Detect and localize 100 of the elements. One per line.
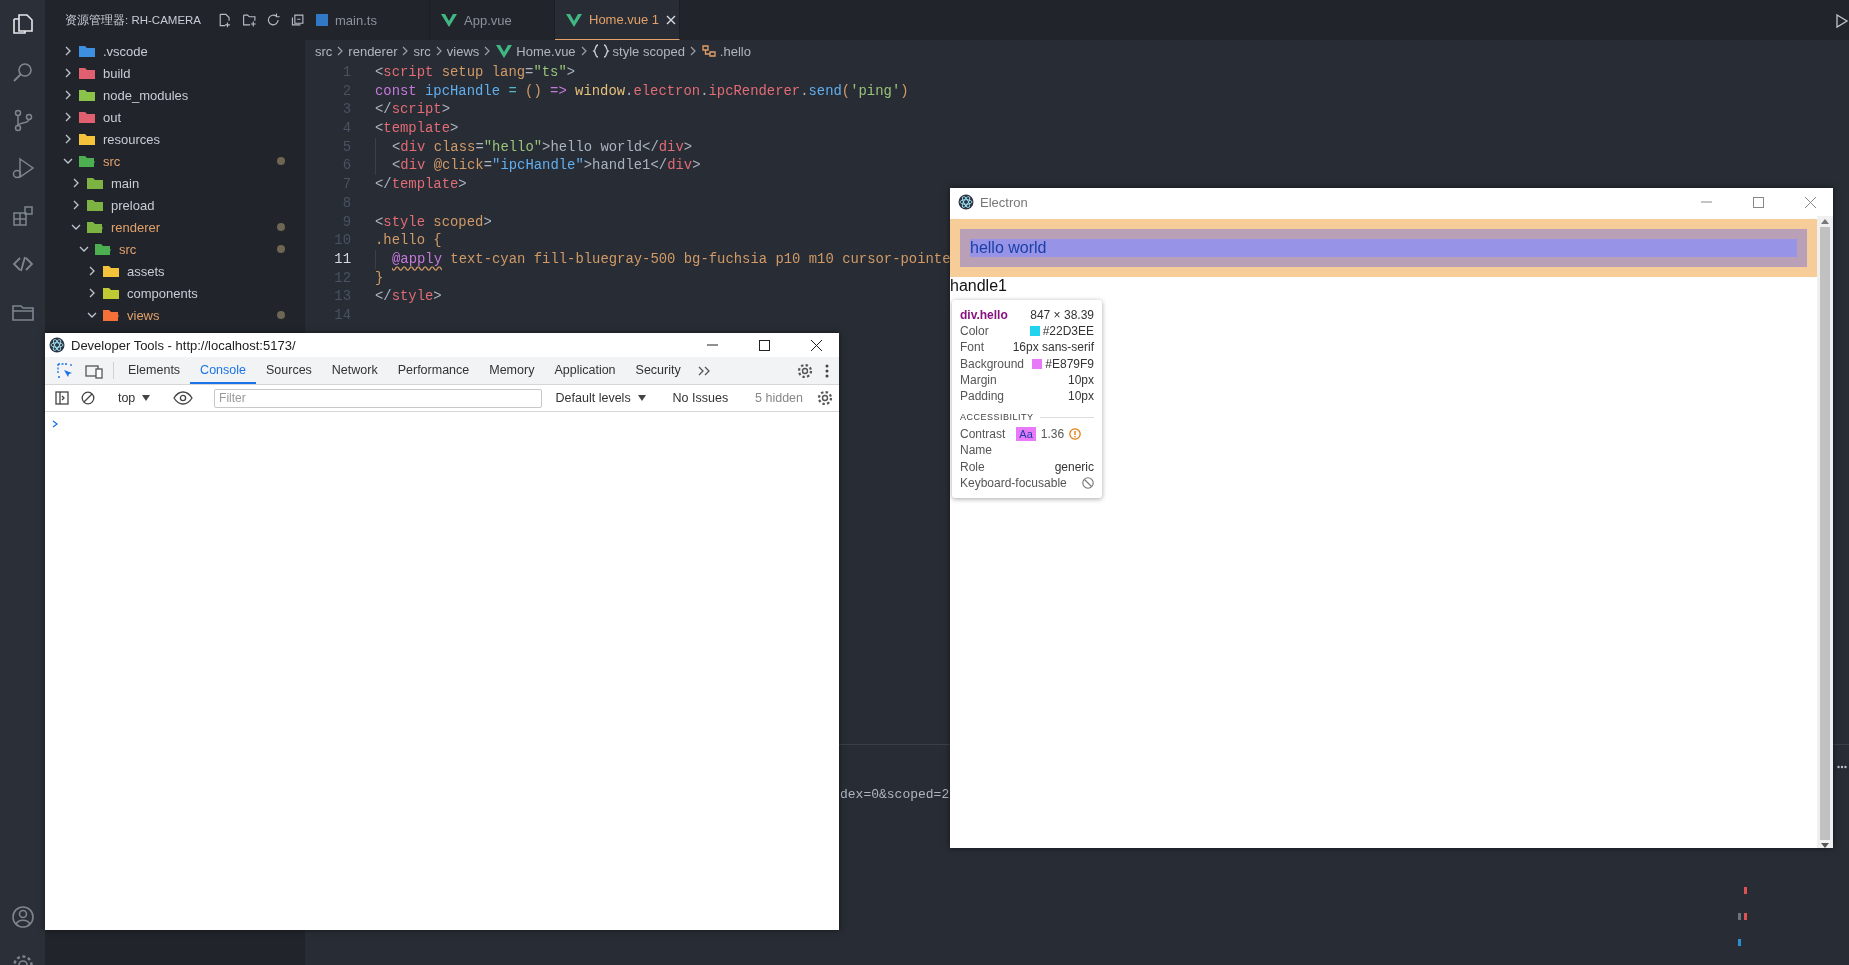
devtools-tab[interactable]: Console [190, 357, 256, 384]
breadcrumb-item[interactable]: style scoped [612, 43, 685, 59]
maximize-icon[interactable] [757, 338, 771, 352]
levels-dropdown[interactable]: Default levels [547, 391, 654, 405]
issues-label: No Issues [671, 391, 730, 405]
folder-icon [78, 66, 96, 80]
account-icon[interactable] [10, 905, 35, 929]
output-text: dex=0&scoped=2 [840, 787, 950, 802]
folder-icon [86, 176, 104, 190]
typescript-file-icon [315, 13, 329, 27]
devtools-tab[interactable]: Memory [479, 357, 545, 384]
warning-icon [1069, 428, 1082, 441]
vue-file-icon [495, 43, 514, 59]
device-toolbar-icon[interactable] [85, 362, 103, 379]
property-value: 1.36 [1040, 427, 1065, 442]
tree-item[interactable]: preload [45, 194, 305, 216]
tree-item[interactable]: out [45, 106, 305, 128]
modified-dot [277, 223, 285, 231]
property-label: Name [960, 443, 992, 458]
not-allowed-icon [1082, 476, 1094, 489]
code-line: const ipcHandle = () => window.electron.ipcRenderer.send('ping') [375, 81, 909, 101]
electron-logo-icon [49, 337, 65, 353]
devtools-tab[interactable]: Sources [256, 357, 322, 384]
files-icon[interactable] [10, 12, 35, 36]
eye-icon[interactable] [173, 391, 194, 405]
line-number: 11 [333, 249, 352, 269]
scroll-up-icon[interactable] [1821, 219, 1829, 224]
property-value: #22D3EE [1042, 324, 1094, 339]
property-value: 16px sans-serif [1012, 340, 1094, 355]
editor-tab[interactable]: Home.vue 1 [555, 0, 680, 40]
new-file-icon[interactable] [217, 11, 232, 29]
code-line: </template> [375, 175, 467, 194]
devtools-tab[interactable]: Performance [387, 357, 480, 384]
tree-item[interactable]: views [45, 304, 305, 326]
folder-icon [78, 44, 96, 58]
tree-item[interactable]: build [45, 62, 305, 84]
handle-text: handle1 [950, 277, 1007, 295]
property-label: Margin [960, 372, 997, 387]
devtools-tab[interactable]: Elements [118, 357, 191, 384]
breadcrumb-item[interactable]: src [413, 43, 431, 59]
tree-item[interactable]: src [45, 150, 305, 172]
extensions-icon[interactable] [10, 204, 35, 228]
close-icon[interactable] [809, 338, 823, 352]
console-prompt-icon[interactable] [51, 419, 59, 429]
code-line: </script> [375, 100, 451, 120]
more-tabs-icon[interactable] [696, 364, 711, 377]
symbol-icon [700, 43, 717, 59]
breadcrumb-item[interactable]: views [446, 43, 480, 59]
dropdown-caret-icon [637, 395, 646, 401]
tree-item[interactable]: assets [45, 260, 305, 282]
breadcrumb-item[interactable]: renderer [348, 43, 398, 59]
more-icon[interactable] [1837, 765, 1847, 769]
editor-tab[interactable]: main.ts [305, 0, 430, 40]
tree-item[interactable]: main [45, 172, 305, 194]
folder-icon [86, 220, 104, 234]
context-dropdown[interactable]: top [109, 391, 159, 405]
scroll-down-icon[interactable] [1821, 843, 1829, 848]
devtools-tab[interactable]: Network [321, 357, 388, 384]
folder-icon [86, 198, 104, 212]
clear-console-icon[interactable] [81, 391, 95, 405]
breadcrumb-item[interactable]: Home.vue [516, 43, 576, 59]
property-value: 10px [1067, 389, 1094, 404]
window-title: Electron [980, 194, 1029, 210]
tree-item[interactable]: node_modules [45, 84, 305, 106]
folder-icon [102, 286, 120, 300]
folder-icon [94, 242, 112, 256]
property-label: Role [960, 459, 985, 474]
modified-dot [277, 157, 285, 165]
settings-icon[interactable] [817, 390, 833, 406]
tree-item[interactable]: components [45, 282, 305, 304]
property-label: Background [960, 356, 1025, 371]
tree-item[interactable]: renderer [45, 216, 305, 238]
breadcrumb-item[interactable]: src [315, 43, 333, 59]
code-line: <div class="hello">hello world</div> [392, 137, 693, 157]
code-line: @apply text-cyan fill-bluegray-500 bg-fuchsia p10 m10 cursor-pointe [392, 249, 951, 269]
code-line: </style> [375, 287, 442, 306]
devtools-tab[interactable]: Security [625, 357, 691, 384]
electron-logo-icon [958, 194, 974, 210]
close-icon[interactable] [665, 13, 678, 26]
folder-icon [102, 308, 120, 322]
run-icon[interactable] [1835, 13, 1849, 29]
property-value: #E879F9 [1045, 356, 1094, 371]
inspect-element-icon[interactable] [57, 362, 73, 379]
code-line: <template> [375, 119, 459, 138]
tree-item[interactable]: .vscode [45, 40, 305, 62]
tree-item[interactable]: src [45, 238, 305, 260]
kebab-menu-icon[interactable] [825, 363, 829, 378]
breadcrumb-item[interactable]: .hello [719, 43, 751, 59]
property-label: Font [960, 340, 984, 355]
settings-icon[interactable] [797, 362, 813, 379]
vue-file-icon [440, 12, 458, 28]
braces-icon [591, 43, 610, 59]
filter-field[interactable]: Filter [214, 388, 542, 408]
sidebar-toggle-icon[interactable] [55, 391, 69, 405]
code-line: .hello { [375, 231, 442, 250]
element-selector: div.hello [960, 308, 1008, 323]
run-debug-icon[interactable] [10, 156, 35, 180]
devtools-tab[interactable]: Application [544, 357, 626, 384]
tree-item[interactable]: resources [45, 128, 305, 150]
folder-icon [78, 132, 96, 146]
